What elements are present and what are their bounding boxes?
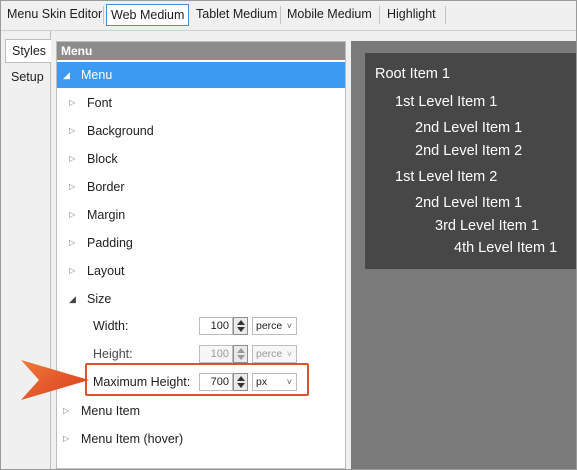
menu-preview-pane: Root Item 1 1st Level Item 1 2nd Level I… bbox=[351, 41, 576, 469]
height-unit-select[interactable]: perce ˅ bbox=[252, 345, 297, 363]
preview-menu-item[interactable]: 2nd Level Item 1 bbox=[415, 120, 522, 136]
tree-item-label: Size bbox=[87, 292, 112, 306]
chevron-right-icon[interactable]: ▷ bbox=[69, 118, 75, 144]
height-unit-value: perce bbox=[256, 348, 283, 360]
caret-down-icon[interactable]: ◢ bbox=[69, 286, 76, 312]
tree-item-label: Menu Item (hover) bbox=[81, 432, 184, 446]
tree-item-menu-item-hover[interactable]: ▷ Menu Item (hover) bbox=[57, 426, 345, 452]
tree-item-label: Block bbox=[87, 152, 118, 166]
tree-item-label: Menu bbox=[81, 68, 113, 82]
tab-separator bbox=[445, 6, 446, 24]
tree-item-menu-item[interactable]: ▷ Menu Item bbox=[57, 398, 345, 424]
tree-item-label: Border bbox=[87, 180, 125, 194]
tree-item-label: Margin bbox=[87, 208, 126, 222]
spin-up-icon[interactable] bbox=[237, 348, 245, 353]
tab-menu-skin-editor[interactable]: Menu Skin Editor bbox=[3, 4, 106, 26]
caret-down-icon[interactable]: ◢ bbox=[63, 62, 70, 88]
width-unit-select[interactable]: perce ˅ bbox=[252, 317, 297, 335]
chevron-right-icon[interactable]: ▷ bbox=[69, 174, 75, 200]
chevron-right-icon[interactable]: ▷ bbox=[69, 258, 75, 284]
style-properties-panel: Menu ◢ Menu ▷ Font ▷ Background ▷ Block … bbox=[56, 41, 346, 469]
tab-separator bbox=[379, 6, 380, 24]
chevron-down-icon: ˅ bbox=[286, 321, 292, 331]
app-window: Menu Skin Editor Web Medium Tablet Mediu… bbox=[0, 0, 577, 470]
tab-styles[interactable]: Styles bbox=[5, 39, 51, 63]
tab-mobile-medium[interactable]: Mobile Medium bbox=[283, 4, 376, 26]
tree-item-font[interactable]: ▷ Font bbox=[57, 90, 345, 116]
spin-down-icon[interactable] bbox=[237, 327, 245, 332]
arrow-pointer-icon bbox=[21, 360, 89, 400]
tree-item-menu[interactable]: ◢ Menu bbox=[57, 62, 345, 88]
tab-highlight[interactable]: Highlight bbox=[383, 4, 440, 26]
height-input[interactable]: 100 bbox=[199, 345, 233, 363]
tab-tablet-medium[interactable]: Tablet Medium bbox=[192, 4, 281, 26]
width-spinner[interactable] bbox=[233, 317, 248, 335]
width-label: Width: bbox=[93, 319, 129, 333]
preview-menu-item[interactable]: 4th Level Item 1 bbox=[454, 240, 557, 256]
height-spinner[interactable] bbox=[233, 345, 248, 363]
chevron-right-icon[interactable]: ▷ bbox=[69, 230, 75, 256]
chevron-right-icon[interactable]: ▷ bbox=[69, 90, 75, 116]
tree-item-margin[interactable]: ▷ Margin bbox=[57, 202, 345, 228]
tree-item-label: Background bbox=[87, 124, 154, 138]
tree-item-label: Layout bbox=[87, 264, 125, 278]
chevron-right-icon[interactable]: ▷ bbox=[69, 146, 75, 172]
tree-item-label: Padding bbox=[87, 236, 133, 250]
tree-item-layout[interactable]: ▷ Layout bbox=[57, 258, 345, 284]
tree-item-size[interactable]: ◢ Size bbox=[57, 286, 345, 312]
width-unit-value: perce bbox=[256, 320, 283, 332]
preview-menu-item[interactable]: 2nd Level Item 2 bbox=[415, 143, 522, 159]
tab-separator bbox=[103, 6, 104, 24]
chevron-down-icon: ˅ bbox=[286, 349, 292, 359]
width-input[interactable]: 100 bbox=[199, 317, 233, 335]
preview-menu-item[interactable]: Root Item 1 bbox=[375, 66, 450, 82]
tree-item-block[interactable]: ▷ Block bbox=[57, 146, 345, 172]
preview-menu-item[interactable]: 2nd Level Item 1 bbox=[415, 195, 522, 211]
side-tab-bar: Styles Setup bbox=[1, 31, 51, 469]
preview-menu-item[interactable]: 1st Level Item 2 bbox=[395, 169, 497, 185]
chevron-right-icon[interactable]: ▷ bbox=[69, 202, 75, 228]
highlight-outline bbox=[85, 363, 309, 396]
medium-tab-bar: Menu Skin Editor Web Medium Tablet Mediu… bbox=[1, 1, 576, 31]
tree-item-padding[interactable]: ▷ Padding bbox=[57, 230, 345, 256]
tree-item-label: Font bbox=[87, 96, 113, 110]
tab-web-medium[interactable]: Web Medium bbox=[106, 4, 190, 26]
preview-menu-item[interactable]: 3rd Level Item 1 bbox=[435, 218, 539, 234]
tab-separator bbox=[280, 6, 281, 24]
tree-item-background[interactable]: ▷ Background bbox=[57, 118, 345, 144]
spin-down-icon[interactable] bbox=[237, 355, 245, 360]
chevron-right-icon[interactable]: ▷ bbox=[63, 426, 69, 452]
preview-menu-item[interactable]: 1st Level Item 1 bbox=[395, 94, 497, 110]
panel-header: Menu bbox=[57, 42, 345, 60]
tree-item-border[interactable]: ▷ Border bbox=[57, 174, 345, 200]
tab-setup[interactable]: Setup bbox=[5, 66, 51, 90]
spin-up-icon[interactable] bbox=[237, 320, 245, 325]
menu-preview: Root Item 1 1st Level Item 1 2nd Level I… bbox=[365, 53, 576, 269]
